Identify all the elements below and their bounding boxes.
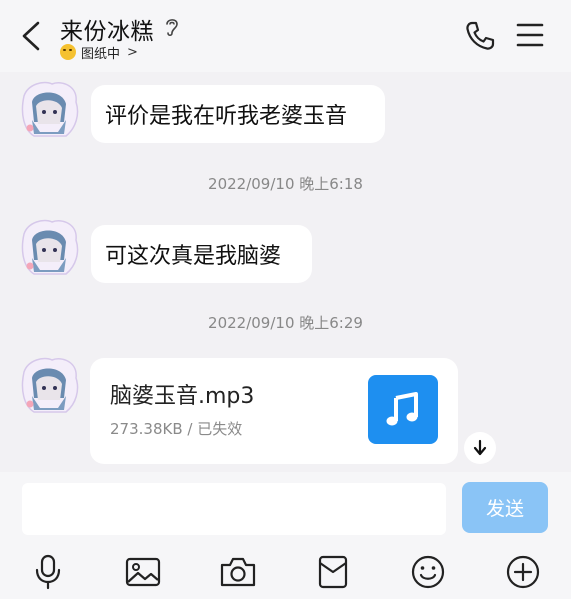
red-packet-icon[interactable] xyxy=(313,552,353,592)
avatar[interactable] xyxy=(18,356,82,416)
menu-icon[interactable] xyxy=(516,22,544,48)
message-input[interactable] xyxy=(22,483,446,535)
image-icon[interactable] xyxy=(123,552,163,592)
composer-bar: 发送 xyxy=(0,472,571,599)
message-text: 可这次真是我脑婆 xyxy=(105,244,282,269)
message-timestamp: 2022/09/10 晚上6:29 xyxy=(208,314,363,332)
camera-icon[interactable] xyxy=(218,552,258,592)
send-button[interactable]: 发送 xyxy=(462,482,548,533)
status-text: 图纸中 xyxy=(81,46,121,62)
status-chevron-icon: > xyxy=(127,44,138,60)
avatar[interactable] xyxy=(18,218,82,278)
message-timestamp: 2022/09/10 晚上6:18 xyxy=(208,175,363,193)
file-meta: 273.38KB / 已失效 xyxy=(110,420,243,438)
back-arrow-icon[interactable] xyxy=(18,18,46,54)
message-text: 评价是我在听我老婆玉音 xyxy=(105,104,348,129)
message-bubble[interactable]: 评价是我在听我老婆玉音 xyxy=(91,85,385,143)
online-status[interactable]: 图纸中 > xyxy=(60,43,138,62)
status-emoji-icon xyxy=(60,44,76,60)
file-name: 脑婆玉音.mp3 xyxy=(110,384,255,409)
composer-toolbar xyxy=(0,548,571,594)
download-icon[interactable] xyxy=(464,432,496,464)
avatar[interactable] xyxy=(18,80,82,140)
message-bubble[interactable]: 可这次真是我脑婆 xyxy=(91,225,312,283)
music-note-icon xyxy=(368,375,438,444)
phone-icon[interactable] xyxy=(464,20,496,52)
chat-title[interactable]: 来份冰糕 xyxy=(60,12,154,46)
microphone-icon[interactable] xyxy=(28,552,68,592)
file-message-card[interactable]: 脑婆玉音.mp3 273.38KB / 已失效 xyxy=(90,358,458,464)
chat-header: 来份冰糕 图纸中 > xyxy=(0,0,571,72)
emoji-icon[interactable] xyxy=(408,552,448,592)
plus-icon[interactable] xyxy=(503,552,543,592)
ear-icon xyxy=(166,19,178,37)
